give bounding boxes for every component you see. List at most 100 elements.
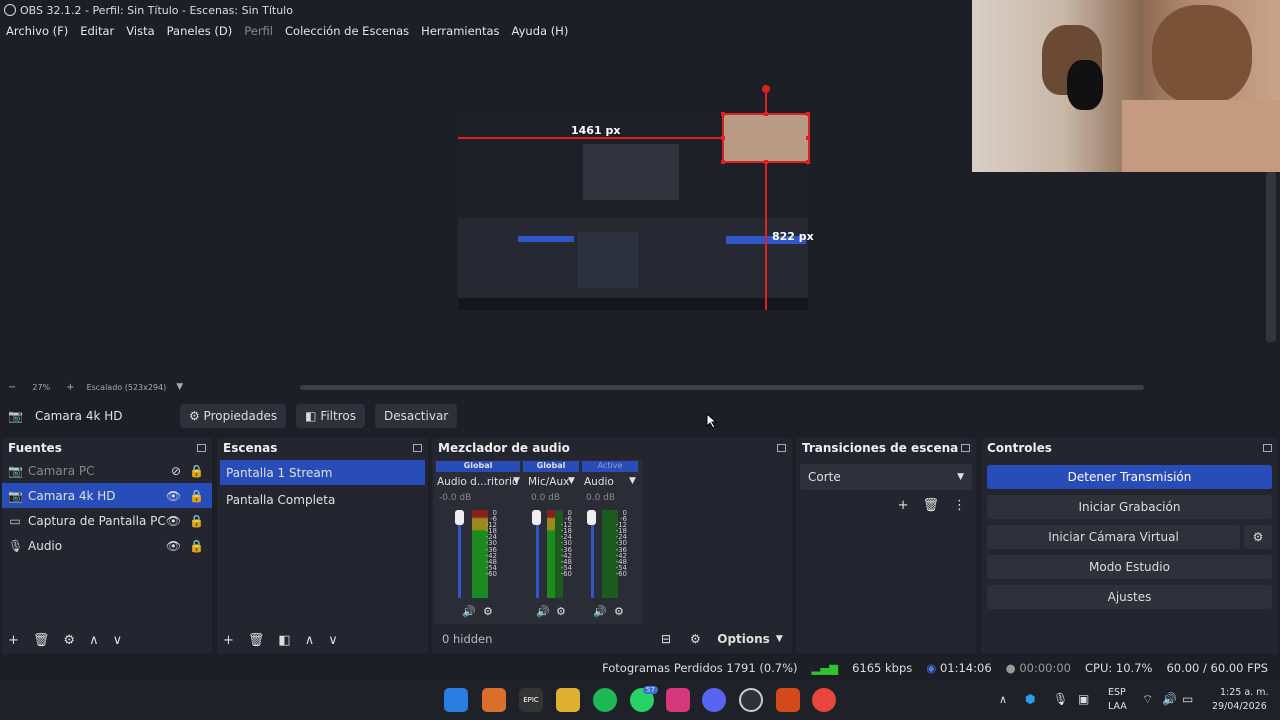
undock-icon[interactable] <box>413 444 422 452</box>
battery-icon[interactable]: ▭ <box>1182 692 1193 706</box>
audio-settings-icon[interactable]: ⚙ <box>556 605 566 618</box>
start-icon[interactable] <box>444 688 468 712</box>
audio-settings-icon[interactable]: ⚙ <box>614 605 624 618</box>
undock-icon[interactable] <box>961 444 970 452</box>
virtual-camera-settings-button[interactable]: ⚙ <box>1244 525 1272 549</box>
speaker-icon[interactable]: 🔊 <box>536 605 550 618</box>
epic-games-icon[interactable]: EPIC <box>519 688 543 712</box>
advanced-audio-icon[interactable]: ⚙ <box>690 632 701 646</box>
chrome-icon[interactable] <box>812 688 836 712</box>
add-icon[interactable]: + <box>223 633 234 648</box>
spotify-icon[interactable] <box>593 688 617 712</box>
eye-icon[interactable]: 👁 <box>166 514 181 528</box>
source-item[interactable]: 📷 Camara PC ⊘ 🔒 <box>2 458 212 483</box>
stop-stream-button[interactable]: Detener Transmisión <box>987 465 1272 489</box>
source-item[interactable]: ▭ Captura de Pantalla PC 👁 🔒 <box>2 508 212 533</box>
eye-icon[interactable]: 👁 <box>166 539 181 553</box>
move-up-icon[interactable]: ∧ <box>89 633 99 648</box>
lock-icon[interactable]: 🔒 <box>189 489 204 503</box>
channel-name[interactable]: Mic/Aux <box>528 476 569 488</box>
chevron-down-icon[interactable]: ▼ <box>629 476 636 486</box>
clock-time[interactable]: 1:25 a. m. <box>1220 687 1269 698</box>
channel-db: -0.0 dB <box>439 493 472 503</box>
width-guide-label: 1461 px <box>571 124 621 137</box>
bitrate: 6165 kbps <box>852 661 913 675</box>
camera-icon: 📷 <box>8 463 23 478</box>
more-options-icon[interactable]: ⋮ <box>953 498 966 513</box>
eye-hidden-icon[interactable]: ⊘ <box>171 464 181 478</box>
shield-icon[interactable]: ⬢ <box>1025 692 1035 706</box>
volume-fader-knob[interactable] <box>532 510 541 525</box>
trash-icon[interactable]: 🗑 <box>248 633 265 648</box>
zoom-in-button[interactable]: + <box>66 382 74 393</box>
move-up-icon[interactable]: ∧ <box>305 633 315 648</box>
layout-toggle-icon[interactable]: ⊟ <box>661 632 671 646</box>
lock-icon[interactable]: 🔒 <box>189 464 204 478</box>
options-button[interactable]: Options ▼ <box>712 628 788 650</box>
wifi-icon[interactable]: ⌔ <box>1142 692 1153 707</box>
lock-icon[interactable]: 🔒 <box>189 539 204 553</box>
transition-select[interactable]: Corte ▼ <box>800 464 972 490</box>
deactivate-button[interactable]: Desactivar <box>374 404 458 428</box>
undock-icon[interactable] <box>197 444 206 452</box>
filter-icon[interactable]: ◧ <box>278 633 290 648</box>
scenes-title: Escenas <box>223 441 278 455</box>
channel-name[interactable]: Audio d...ritorio <box>437 476 518 488</box>
gear-icon[interactable]: ⚙ <box>63 633 75 648</box>
source-label: Camara 4k HD <box>28 488 116 503</box>
zoom-scale-label: Escalado (523x294) <box>86 382 167 392</box>
settings-button[interactable]: Ajustes <box>987 585 1272 609</box>
channel-db: 0.0 dB <box>586 493 616 503</box>
audio-settings-icon[interactable]: ⚙ <box>483 605 493 618</box>
add-icon[interactable]: + <box>898 498 909 513</box>
discord-icon[interactable] <box>702 688 726 712</box>
scene-item[interactable]: Pantalla Completa <box>220 487 425 512</box>
preview-horizontal-scrollbar[interactable] <box>300 385 1144 390</box>
preview-vertical-scrollbar[interactable] <box>1266 172 1276 342</box>
studio-mode-button[interactable]: Modo Estudio <box>987 555 1272 579</box>
chevron-up-icon[interactable]: ∧ <box>999 693 1007 706</box>
clock-date[interactable]: 29/04/2026 <box>1212 701 1267 712</box>
hidden-count: 0 hidden <box>442 632 493 646</box>
source-item[interactable]: 🎙 Audio 👁 🔒 <box>2 533 212 558</box>
add-icon[interactable]: + <box>8 633 19 648</box>
display-icon[interactable]: ▣ <box>1078 692 1089 706</box>
trash-icon[interactable]: 🗑 <box>922 498 939 513</box>
eye-icon[interactable]: 👁 <box>166 489 181 503</box>
chevron-down-icon[interactable]: ▼ <box>513 476 520 486</box>
obs-icon[interactable] <box>739 688 763 712</box>
input-language[interactable]: ESP <box>1108 687 1126 698</box>
store-icon[interactable] <box>482 688 506 712</box>
zoom-out-button[interactable]: − <box>8 382 16 393</box>
start-recording-button[interactable]: Iniciar Grabación <box>987 495 1272 519</box>
properties-button[interactable]: ⚙ Propiedades <box>179 404 287 428</box>
virtual-camera-button[interactable]: Iniciar Cámara Virtual <box>987 525 1240 549</box>
volume-fader-knob[interactable] <box>587 510 596 525</box>
channel-db: 0.0 dB <box>531 493 561 503</box>
chevron-down-icon[interactable]: ▼ <box>176 382 183 392</box>
lock-icon[interactable]: 🔒 <box>189 514 204 528</box>
stream-time-value: 01:14:06 <box>939 661 992 675</box>
folder-icon[interactable] <box>556 688 580 712</box>
filters-button[interactable]: ◧ Filtros <box>296 404 365 428</box>
fl-studio-icon[interactable] <box>776 688 800 712</box>
undock-icon[interactable] <box>1263 444 1272 452</box>
microphone-icon[interactable]: 🎙 <box>1053 692 1068 706</box>
volume-icon[interactable]: 🔊 <box>1162 692 1177 706</box>
volume-fader-knob[interactable] <box>455 510 464 525</box>
trash-icon[interactable]: 🗑 <box>33 633 50 648</box>
channel-name[interactable]: Audio <box>584 476 614 488</box>
keyboard-layout[interactable]: LAA <box>1108 701 1127 712</box>
speaker-icon[interactable]: 🔊 <box>462 605 476 618</box>
source-item[interactable]: 📷 Camara 4k HD 👁 🔒 <box>2 483 212 508</box>
source-label: Captura de Pantalla PC <box>28 513 166 528</box>
speaker-icon[interactable]: 🔊 <box>593 605 607 618</box>
record-time-value: 00:00:00 <box>1019 661 1071 675</box>
chevron-down-icon[interactable]: ▼ <box>568 476 575 486</box>
scene-item[interactable]: Pantalla 1 Stream <box>220 460 425 485</box>
move-down-icon[interactable]: ∨ <box>113 633 123 648</box>
webcam-overlay <box>972 0 1280 172</box>
move-down-icon[interactable]: ∨ <box>328 633 338 648</box>
instagram-icon[interactable] <box>666 688 690 712</box>
undock-icon[interactable] <box>777 444 786 452</box>
